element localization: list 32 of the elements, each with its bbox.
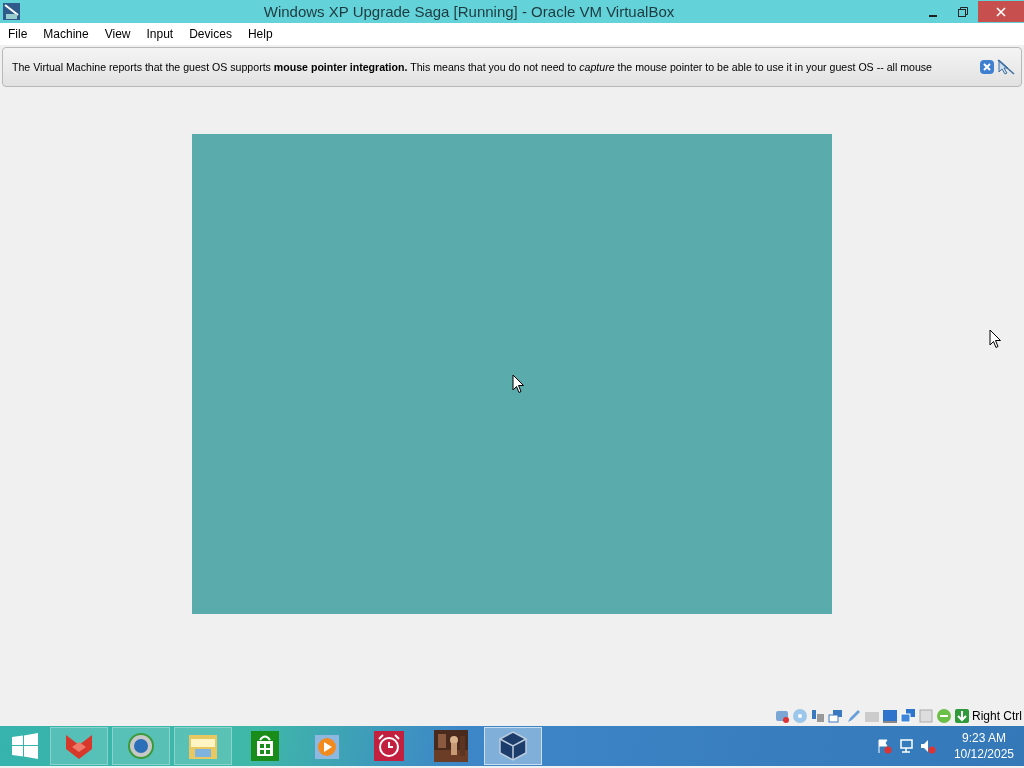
app-logo-icon [3, 3, 20, 20]
minimize-icon [929, 14, 937, 17]
menu-item[interactable]: File [0, 27, 36, 41]
menu-item[interactable]: Input [138, 27, 182, 41]
windows-logo-icon [12, 733, 38, 759]
download-icon[interactable] [954, 708, 970, 724]
mouse-pointer-icon [989, 329, 1002, 349]
globe-icon [126, 731, 156, 761]
monitor-icon[interactable] [882, 708, 898, 724]
menu-item[interactable]: Devices [181, 27, 240, 41]
store-icon [251, 731, 279, 761]
close-icon[interactable] [979, 59, 995, 75]
mouse-pointer-icon [512, 374, 525, 394]
flag-icon[interactable] [875, 738, 892, 754]
clock-date[interactable]: 10/12/2025 [953, 746, 1014, 762]
cube-icon [498, 730, 528, 762]
menu-item[interactable]: Help [239, 27, 281, 41]
clock-time[interactable]: 9:23 AM [961, 730, 1006, 746]
windows-icon[interactable] [828, 708, 844, 724]
menu-item[interactable]: View [96, 27, 139, 41]
alarm-clock-icon [374, 731, 404, 761]
close-icon [996, 6, 1006, 17]
notification-text: The Virtual Machine reports that the guest OS supports mouse pointer integration. This means that you do not need to capture the mouse pointer to be able to use it in your guest OS -- all mouse [12, 61, 933, 73]
menu-item[interactable]: Machine [35, 27, 97, 41]
taskbar-app-button[interactable] [484, 727, 542, 765]
host-key-label: Right Ctrl [972, 709, 1022, 723]
screens-icon[interactable] [900, 708, 916, 724]
mouse-pointer-icon[interactable] [997, 59, 1015, 75]
restore-icon [958, 6, 968, 17]
speaker-muted-icon[interactable] [919, 738, 936, 754]
pen-icon[interactable] [846, 708, 862, 724]
window-title: Windows XP Upgrade Saga [Running] - Oracle VM VirtualBox [262, 3, 676, 20]
